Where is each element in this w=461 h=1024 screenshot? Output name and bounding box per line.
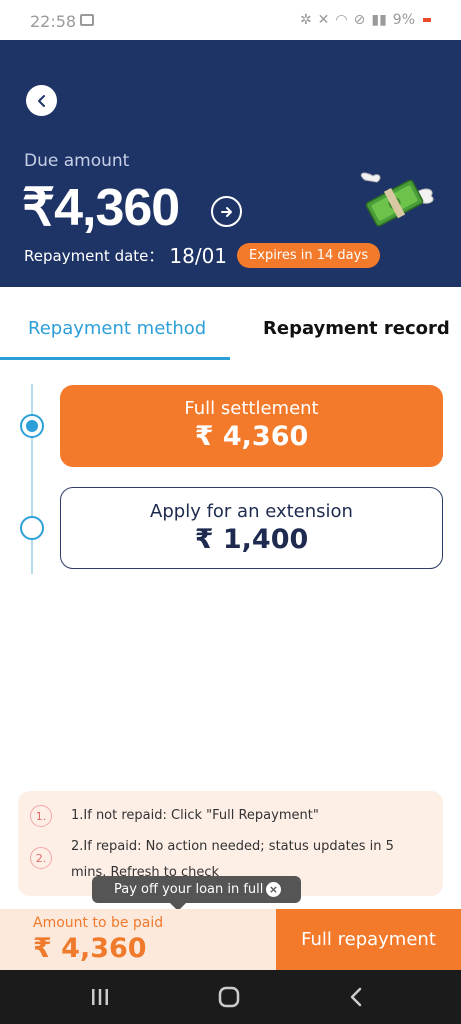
repayment-date-row: Repayment date： 18/01 Expires in 14 days xyxy=(24,243,381,268)
back-arrow-icon xyxy=(37,94,45,107)
tab-repayment-method[interactable]: Repayment method xyxy=(28,318,206,339)
close-icon[interactable]: × xyxy=(266,882,281,897)
due-amount-value: ₹4,360 xyxy=(22,179,180,237)
pay-off-tooltip: Pay off your loan in full × xyxy=(92,876,301,911)
due-amount-label: Due amount xyxy=(24,151,130,171)
recent-apps-icon xyxy=(92,989,108,1005)
info-text: 1.If not repaid: Click "Full Repayment" xyxy=(71,808,319,823)
bluetooth-icon: ✲ xyxy=(299,12,312,28)
header: Due amount ₹4,360 Repayment date： 18/01 … xyxy=(0,40,461,287)
option-amount: ₹ 1,400 xyxy=(194,524,309,555)
flying-money-icon xyxy=(360,172,434,227)
system-back-button[interactable] xyxy=(348,986,364,1008)
full-repayment-button[interactable]: Full repayment xyxy=(276,909,461,970)
option-timeline xyxy=(31,384,33,574)
option-title: Full settlement xyxy=(184,398,319,419)
option-title: Apply for an extension xyxy=(150,501,353,522)
amount-to-pay-label: Amount to be paid xyxy=(33,915,164,931)
option-full-settlement[interactable]: Full settlement ₹ 4,360 xyxy=(60,385,443,467)
tooltip-text: Pay off your loan in full xyxy=(114,882,264,897)
screen: 22:58 ✲ ✕ ◠ ⊘ ▮▮ 9% Due amount ₹4,360 Re… xyxy=(0,0,461,1024)
amount-to-pay-panel: Amount to be paid ₹ 4,360 xyxy=(0,909,276,970)
radio-full-settlement[interactable] xyxy=(20,414,44,438)
amount-to-pay-value: ₹ 4,360 xyxy=(33,933,147,964)
mute-icon: ✕ xyxy=(317,12,330,28)
system-nav-bar xyxy=(0,970,461,1024)
arrow-right-circle-icon xyxy=(220,206,232,217)
expire-badge: Expires in 14 days xyxy=(237,243,381,268)
option-extension[interactable]: Apply for an extension ₹ 1,400 xyxy=(60,487,443,569)
back-icon xyxy=(350,987,362,1007)
home-icon xyxy=(218,986,240,1008)
repayment-date-value: 18/01 xyxy=(169,243,228,268)
battery-icon xyxy=(423,18,431,22)
status-icons: ✲ ✕ ◠ ⊘ ▮▮ 9% xyxy=(300,12,431,28)
back-button[interactable] xyxy=(26,85,57,116)
home-button[interactable] xyxy=(218,986,240,1008)
status-time: 22:58 xyxy=(30,12,77,31)
wifi-icon: ◠ xyxy=(335,12,348,28)
tab-repayment-record[interactable]: Repayment record xyxy=(263,318,450,339)
battery-text: 9% xyxy=(392,12,415,28)
status-bar: 22:58 ✲ ✕ ◠ ⊘ ▮▮ 9% xyxy=(0,0,461,40)
active-tab-indicator xyxy=(0,357,230,360)
step-number-badge: 1. xyxy=(30,805,52,827)
repayment-date-label: Repayment date： xyxy=(24,247,164,265)
dnd-icon: ⊘ xyxy=(353,12,366,28)
recent-apps-button[interactable] xyxy=(90,986,110,1008)
gallery-icon xyxy=(80,14,94,26)
due-details-button[interactable] xyxy=(211,196,242,227)
option-amount: ₹ 4,360 xyxy=(194,421,309,452)
signal-icon: ▮▮ xyxy=(371,12,387,28)
step-number-badge: 2. xyxy=(30,847,52,869)
radio-extension[interactable] xyxy=(20,516,44,540)
